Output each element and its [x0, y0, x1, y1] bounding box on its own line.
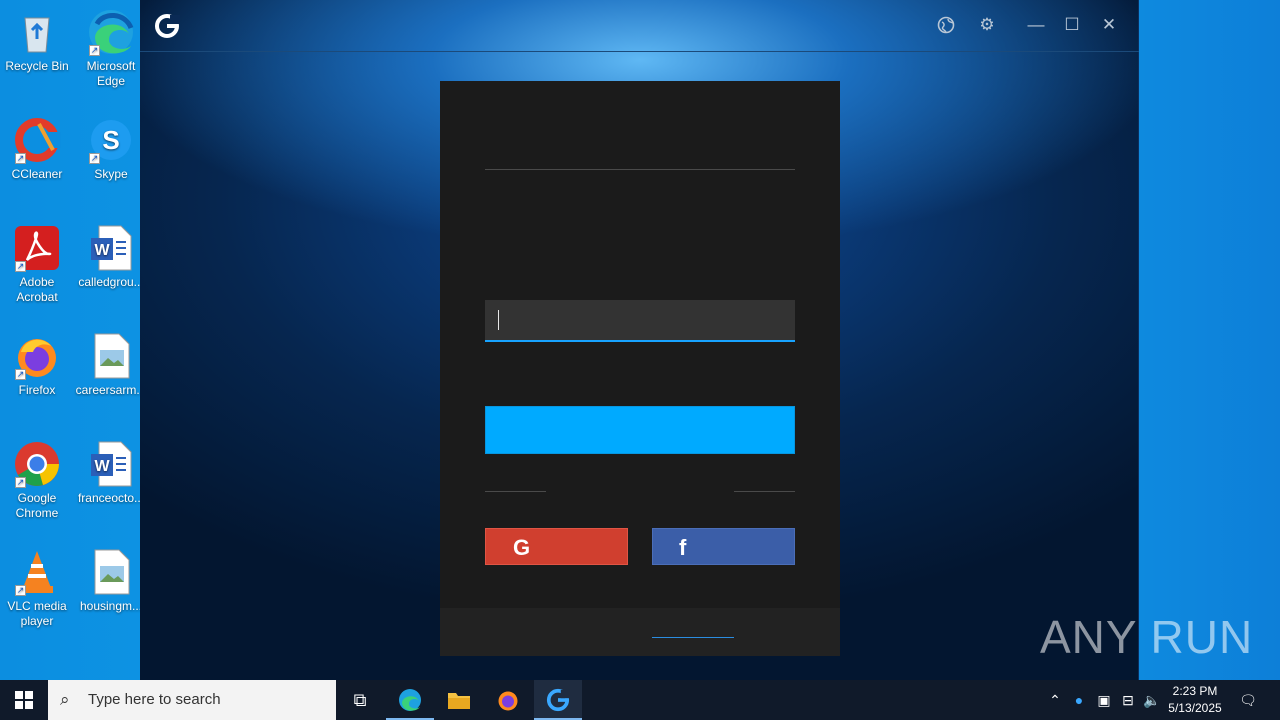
windows-logo-icon	[15, 691, 33, 709]
tray-chevron-up-icon[interactable]: ⌃	[1046, 680, 1064, 720]
login-input[interactable]	[485, 300, 795, 342]
text-caret	[498, 310, 499, 330]
anyrun-watermark: ANY RUN	[1040, 611, 1254, 663]
desktop-icon-label: calledgrou...	[78, 275, 144, 289]
svg-text:S: S	[102, 125, 119, 155]
desktop-icon-label: VLC media player	[7, 599, 67, 628]
app-window: ⚙ — ☐ ✕ G f	[140, 0, 1139, 680]
desktop-icon-image-file-2[interactable]: housingm...	[74, 548, 148, 614]
edge-icon: ↗	[87, 8, 135, 56]
globe-icon[interactable]	[933, 12, 959, 38]
svg-text:W: W	[94, 242, 110, 259]
desktop-icon-label: careersarm...	[75, 383, 147, 397]
or-divider-left	[485, 491, 546, 492]
desktop-icon-label: Microsoft Edge	[86, 59, 136, 88]
word-doc-icon: W	[87, 440, 135, 488]
shortcut-arrow-icon: ↗	[15, 369, 26, 380]
image-file-icon	[87, 332, 135, 380]
app-titlebar: ⚙ — ☐ ✕	[140, 0, 1139, 52]
gear-icon[interactable]: ⚙	[974, 12, 1000, 38]
taskbar: ⌕ Type here to search ⧉ ⌃ ● ▣ ⊟ 🔈 2:23 P…	[0, 680, 1280, 720]
taskbar-clock[interactable]: 2:23 PM 5/13/2025	[1160, 683, 1230, 717]
login-panel: G f	[440, 81, 840, 656]
desktop-icon-label: franceocto...	[77, 491, 145, 505]
desktop-icon-label: Google Chrome	[15, 491, 59, 520]
skype-icon: S ↗	[87, 116, 135, 164]
desktop-icon-label: Skype	[94, 167, 128, 181]
facebook-login-button[interactable]: f	[652, 528, 795, 565]
desktop-icon-word-doc-1[interactable]: W calledgrou...	[74, 224, 148, 290]
firefox-icon: ↗	[13, 332, 61, 380]
image-file-icon	[87, 548, 135, 596]
or-divider-right	[734, 491, 795, 492]
desktop-icon-microsoft-edge[interactable]: ↗ Microsoft Edge	[74, 8, 148, 89]
desktop-icon-label: CCleaner	[11, 167, 63, 181]
notifications-icon[interactable]: 🗨	[1236, 680, 1260, 720]
word-doc-icon: W	[87, 224, 135, 272]
google-login-button[interactable]: G	[485, 528, 628, 565]
minimize-icon[interactable]: —	[1023, 12, 1049, 38]
shortcut-arrow-icon: ↗	[89, 45, 100, 56]
shortcut-arrow-icon: ↗	[15, 153, 26, 164]
facebook-icon: f	[679, 535, 687, 560]
search-placeholder: Type here to search	[88, 691, 221, 708]
footer-link[interactable]	[652, 637, 734, 638]
desktop-icon-adobe-acrobat[interactable]: ↗ Adobe Acrobat	[0, 224, 74, 305]
shortcut-arrow-icon: ↗	[15, 477, 26, 488]
login-footer	[440, 608, 840, 656]
svg-text:W: W	[94, 458, 110, 475]
desktop-icon-label: Adobe Acrobat	[16, 275, 58, 304]
start-button[interactable]	[0, 680, 48, 720]
close-icon[interactable]: ✕	[1096, 12, 1122, 38]
desktop-icon-label: housingm...	[79, 599, 143, 613]
chrome-icon: ↗	[13, 440, 61, 488]
desktop-icon-firefox[interactable]: ↗ Firefox	[0, 332, 74, 398]
header-divider	[485, 169, 795, 170]
acrobat-icon: ↗	[13, 224, 61, 272]
desktop-icon-label: Recycle Bin	[5, 59, 69, 73]
app-logo-icon	[154, 13, 180, 39]
ccleaner-icon: ↗	[13, 116, 61, 164]
tray-app-icon[interactable]: ●	[1068, 680, 1090, 720]
desktop-icon-ccleaner[interactable]: ↗ CCleaner	[0, 116, 74, 182]
file-explorer-icon[interactable]	[435, 680, 483, 720]
desktop-icon-image-file-1[interactable]: careersarm...	[74, 332, 148, 398]
tray-device-icon[interactable]: ▣	[1093, 680, 1115, 720]
desktop-icon-word-doc-2[interactable]: W franceocto...	[74, 440, 148, 506]
vlc-icon: ↗	[13, 548, 61, 596]
desktop-icon-google-chrome[interactable]: ↗ Google Chrome	[0, 440, 74, 521]
search-icon: ⌕	[60, 690, 70, 709]
desktop-icon-vlc[interactable]: ↗ VLC media player	[0, 548, 74, 629]
network-icon[interactable]: ⊟	[1117, 680, 1139, 720]
shortcut-arrow-icon: ↗	[15, 261, 26, 272]
taskbar-search-box[interactable]: ⌕ Type here to search	[48, 680, 336, 720]
maximize-icon[interactable]: ☐	[1059, 12, 1085, 38]
taskbar-firefox-icon[interactable]	[484, 680, 532, 720]
shortcut-arrow-icon: ↗	[15, 585, 26, 596]
desktop-icon-recycle-bin[interactable]: Recycle Bin	[0, 8, 74, 74]
taskbar-app-icon[interactable]	[534, 680, 582, 720]
clock-date: 5/13/2025	[1168, 701, 1222, 715]
google-icon: G	[513, 535, 531, 560]
primary-submit-button[interactable]	[485, 406, 795, 454]
desktop-icon-skype[interactable]: S ↗ Skype	[74, 116, 148, 182]
shortcut-arrow-icon: ↗	[89, 153, 100, 164]
task-view-icon[interactable]: ⧉	[336, 680, 384, 720]
desktop-icon-label: Firefox	[18, 383, 56, 397]
recycle-bin-icon	[13, 8, 61, 56]
taskbar-edge-icon[interactable]	[386, 680, 434, 720]
clock-time: 2:23 PM	[1172, 684, 1218, 698]
